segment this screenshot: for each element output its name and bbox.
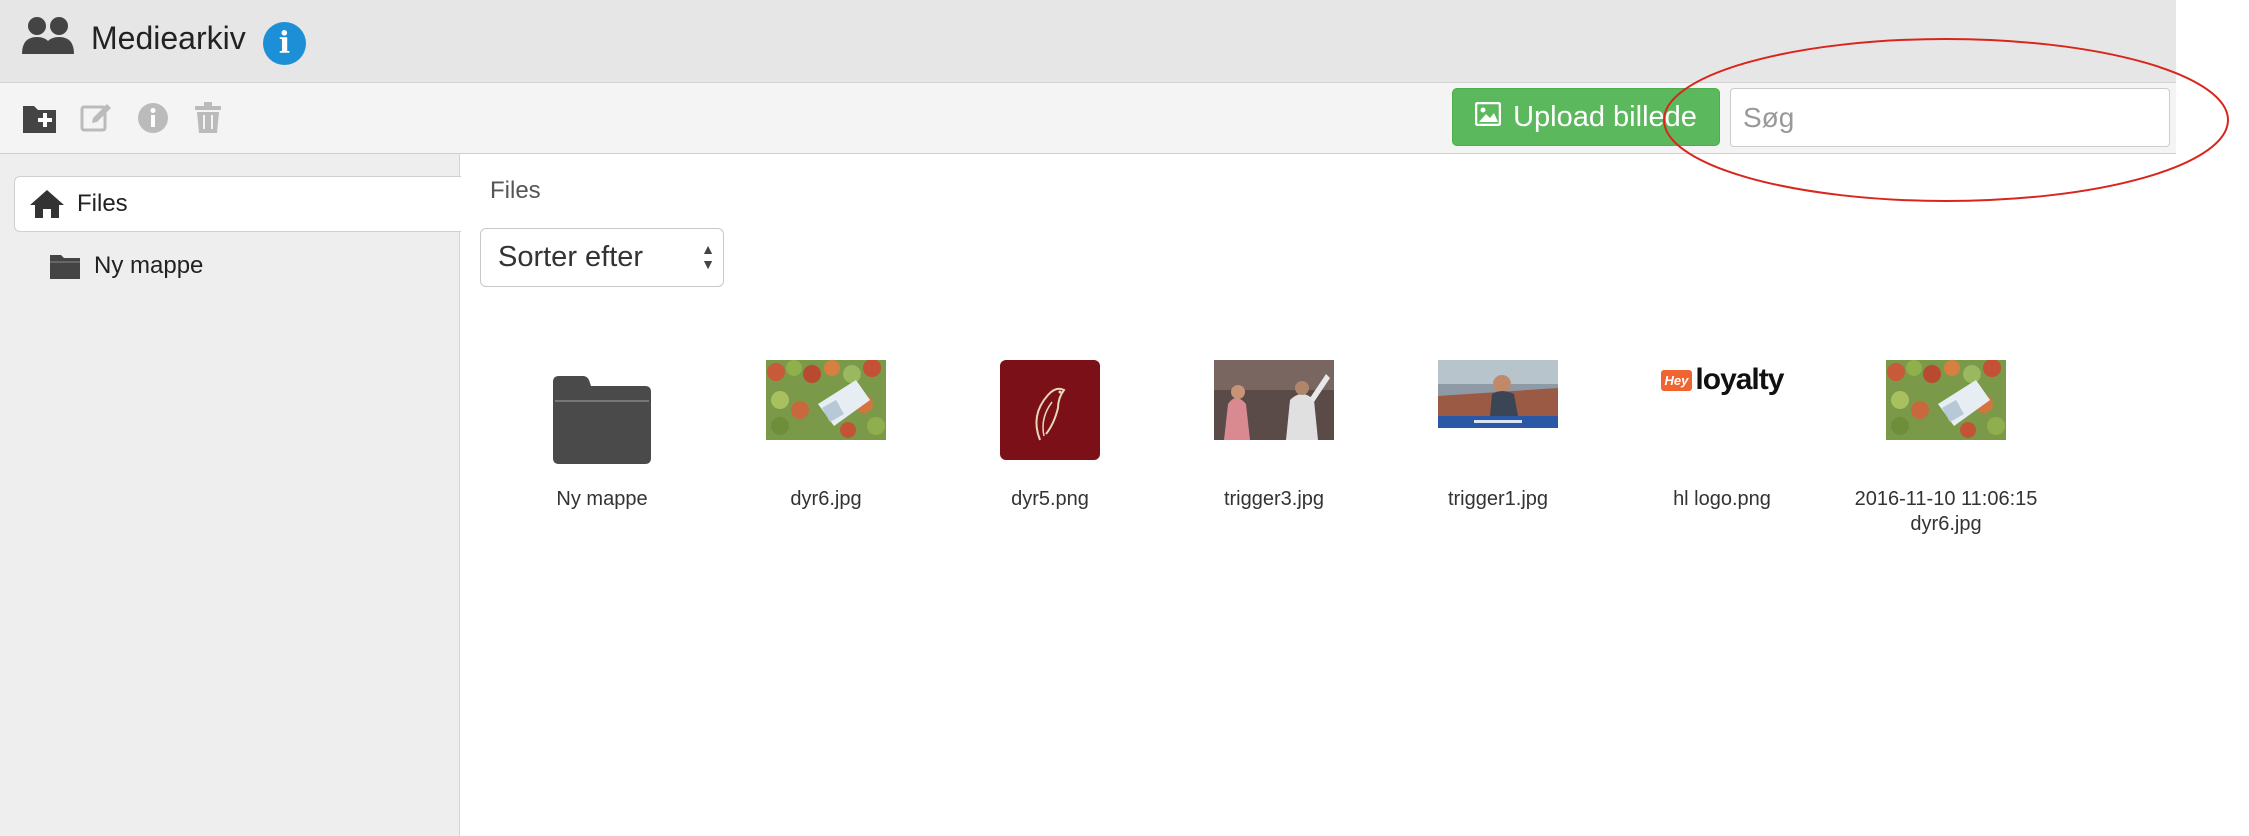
sidebar: Files Ny mappe — [0, 154, 461, 836]
users-icon — [22, 16, 76, 61]
file-item-hl-logo[interactable]: Hey loyalty hl logo.png — [1617, 360, 1827, 512]
item-label: 2016-11-10 11:06:15 dyr6.jpg — [1854, 488, 2038, 535]
file-item-dyr5[interactable]: dyr5.png — [945, 360, 1155, 512]
tree-item-label: Files — [77, 190, 128, 217]
breadcrumb[interactable]: Files — [490, 177, 541, 205]
item-label: dyr6.jpg — [790, 488, 862, 510]
file-item-trigger3[interactable]: trigger3.jpg — [1169, 360, 1379, 512]
logo-wordmark: loyalty — [1695, 363, 1784, 396]
picture-icon — [1474, 101, 1502, 134]
search-input[interactable] — [1730, 88, 2170, 147]
select-arrows-icon: ▲ ▼ — [701, 241, 715, 272]
file-item-dyr6[interactable]: dyr6.jpg — [721, 360, 931, 512]
file-item-dyr6-copy[interactable]: 2016-11-10 11:06:15 dyr6.jpg — [1841, 360, 2051, 537]
toolbar: Upload billede — [0, 83, 2176, 154]
title-bar: Mediearkiv i — [0, 0, 2176, 83]
image-thumbnail — [721, 360, 931, 480]
page-title: Mediearkiv — [91, 20, 246, 56]
folder-icon — [50, 254, 80, 279]
tree-item-files[interactable]: Files — [14, 176, 461, 232]
image-thumbnail — [945, 360, 1155, 480]
sort-select[interactable]: Sorter efter ▲ ▼ — [480, 228, 724, 287]
home-icon — [30, 190, 64, 218]
folder-item-ny-mappe[interactable]: Ny mappe — [497, 360, 707, 512]
sort-select-label: Sorter efter — [498, 241, 644, 273]
upload-button-label: Upload billede — [1513, 100, 1697, 133]
upload-image-button[interactable]: Upload billede — [1452, 88, 1720, 146]
file-item-trigger1[interactable]: trigger1.jpg — [1393, 360, 1603, 512]
image-thumbnail: Hey loyalty — [1617, 360, 1827, 480]
edit-icon[interactable] — [80, 102, 112, 139]
item-label: hl logo.png — [1673, 488, 1771, 510]
image-thumbnail — [1841, 360, 2051, 480]
image-thumbnail — [1393, 360, 1603, 480]
info-icon[interactable] — [137, 102, 169, 139]
folder-thumbnail — [497, 360, 707, 480]
item-label: trigger3.jpg — [1223, 488, 1325, 510]
new-folder-icon[interactable] — [22, 102, 58, 139]
item-label: dyr5.png — [1011, 488, 1089, 510]
folder-icon — [553, 376, 651, 464]
tree-item-ny-mappe[interactable]: Ny mappe — [50, 252, 203, 280]
trash-icon[interactable] — [194, 102, 222, 139]
logo-badge: Hey — [1660, 369, 1693, 391]
item-label: trigger1.jpg — [1447, 488, 1549, 510]
image-thumbnail — [1169, 360, 1379, 480]
info-badge-icon[interactable]: i — [263, 22, 306, 65]
item-label: Ny mappe — [556, 488, 648, 510]
tree-item-label: Ny mappe — [94, 252, 204, 279]
loyalty-logo: Hey loyalty — [1660, 363, 1784, 397]
